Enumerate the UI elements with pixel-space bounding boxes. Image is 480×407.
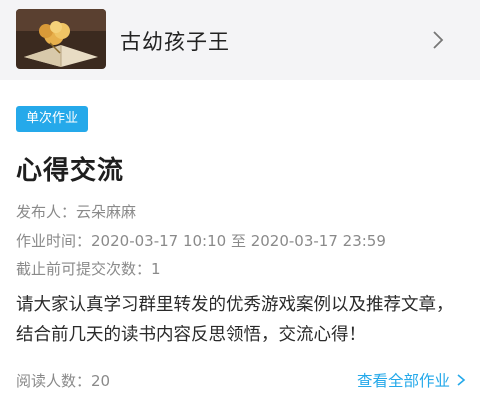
time-label: 作业时间： [16,232,92,250]
assignment-detail-page: 古幼孩子王 单次作业 心得交流 发布人：云朵麻麻 作业时间：2020-03-17… [0,0,480,407]
chevron-right-icon [456,373,466,387]
publisher-row: 发布人：云朵麻麻 [16,201,136,222]
assignment-description: 请大家认真学习群里转发的优秀游戏案例以及推荐文章，结合前几天的读书内容反思领悟，… [16,295,454,345]
reads-label: 阅读人数： [16,372,92,390]
group-card[interactable]: 古幼孩子王 [0,0,480,80]
book-photo-icon [16,9,106,69]
group-thumbnail [16,9,106,69]
publisher-label: 发布人： [16,203,77,221]
time-range: 2020-03-17 10:10 至 2020-03-17 23:59 [91,232,386,250]
publisher-name: 云朵麻麻 [76,203,137,221]
time-row: 作业时间：2020-03-17 10:10 至 2020-03-17 23:59 [16,230,386,251]
reads-count: 20 [91,372,111,390]
reads-row: 阅读人数：20 [16,370,110,391]
submit-limit-count: 1 [151,260,161,278]
view-all-assignments-link[interactable]: 查看全部作业 [357,369,466,391]
assignment-type-badge: 单次作业 [16,106,88,132]
group-name: 古幼孩子王 [120,30,230,54]
submit-limit-row: 截止前可提交次数：1 [16,258,161,279]
assignment-title: 心得交流 [16,156,125,186]
chevron-right-icon[interactable] [430,29,446,51]
submit-limit-label: 截止前可提交次数： [16,260,152,278]
view-all-label: 查看全部作业 [356,372,450,390]
